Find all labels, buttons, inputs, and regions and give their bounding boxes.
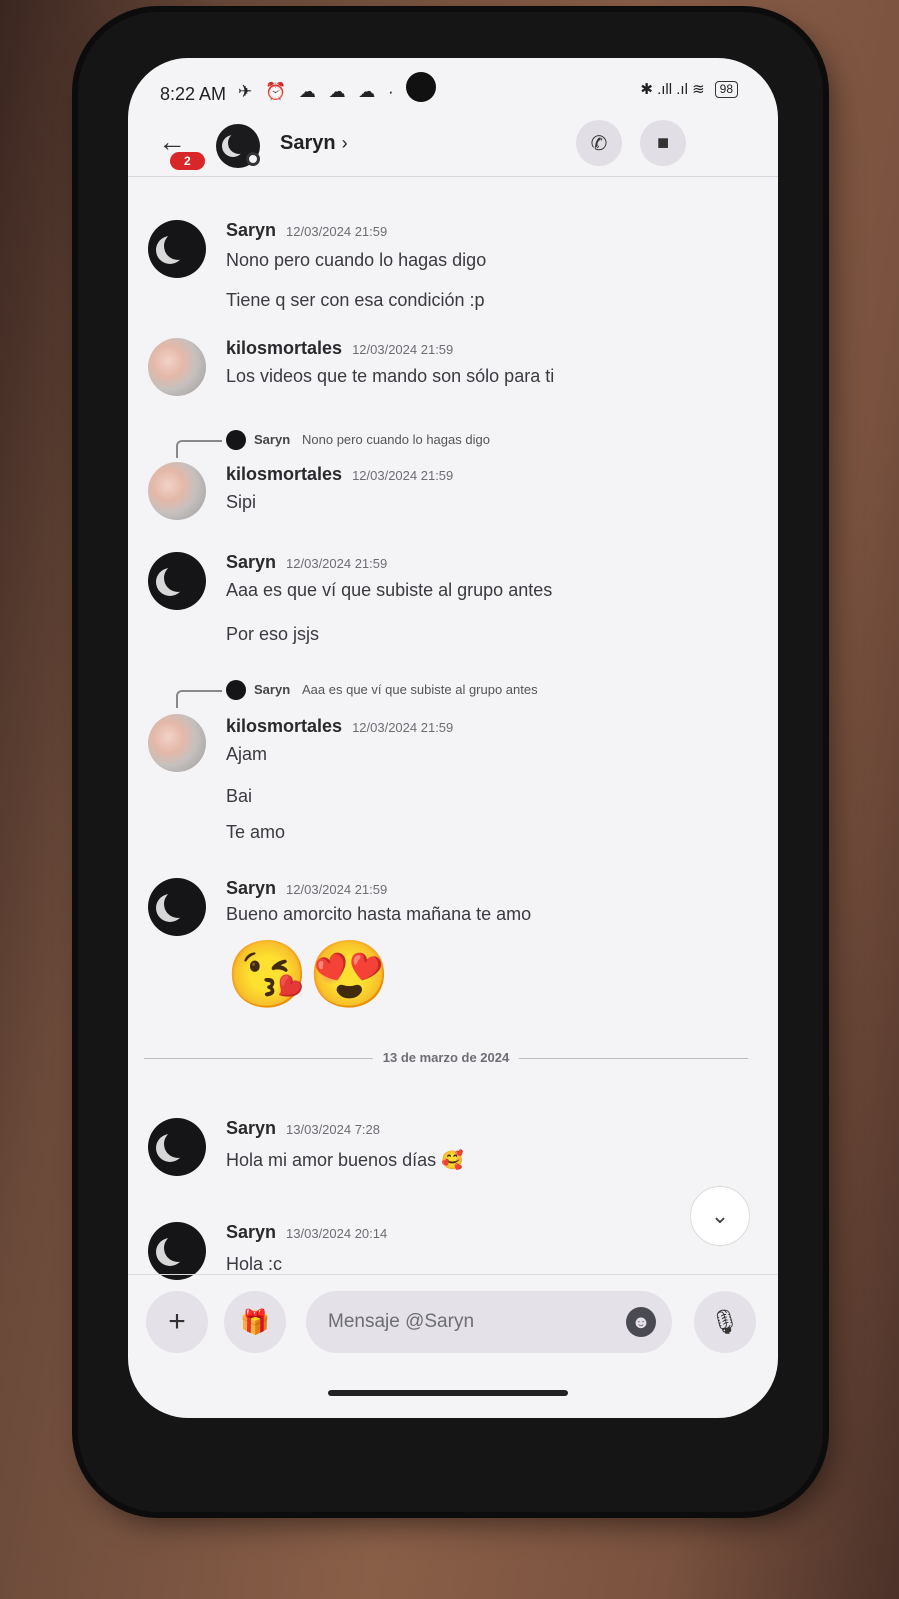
message-text[interactable]: Hola mi amor buenos días 🥰 xyxy=(226,1150,464,1171)
home-indicator[interactable] xyxy=(328,1390,568,1396)
author-name: Saryn xyxy=(226,1222,277,1242)
reply-line xyxy=(176,690,222,708)
author-name: Saryn xyxy=(226,220,277,240)
chevron-down-icon: ⌄ xyxy=(710,1203,730,1228)
message-text[interactable]: Los videos que te mando son sólo para ti xyxy=(226,366,554,387)
author-name: Saryn xyxy=(226,878,277,898)
contact-name: Saryn xyxy=(280,132,336,154)
signal-icon: ✱ .ıll .ıl ≋ xyxy=(640,81,705,98)
message-text[interactable]: Tiene q ser con esa condición :p xyxy=(226,290,485,311)
avatar xyxy=(226,680,246,700)
video-call-button[interactable]: ■ xyxy=(640,120,686,166)
status-time: 8:22 AM xyxy=(160,84,227,104)
emoji-icon[interactable]: ☻ xyxy=(626,1307,656,1337)
battery-icon: 98 xyxy=(714,80,738,98)
message-timestamp: 12/03/2024 21:59 xyxy=(286,224,388,239)
unread-badge: 2 xyxy=(170,152,205,170)
message-text[interactable]: Bueno amorcito hasta mañana te amo xyxy=(226,904,531,925)
message-placeholder: Mensaje @Saryn xyxy=(328,1311,475,1332)
plus-icon: + xyxy=(168,1305,186,1338)
avatar xyxy=(226,430,246,450)
reply-line xyxy=(176,440,222,458)
message-composer: + 🎁 Mensaje @Saryn ☻ 🎙 xyxy=(128,1274,778,1365)
chat-header: ← 2 Saryn › ✆ ■ xyxy=(128,120,778,177)
voice-message-button[interactable]: 🎙 xyxy=(694,1291,756,1353)
message-text[interactable]: Te amo xyxy=(226,822,285,843)
status-right: ✱ .ıll .ıl ≋ 98 xyxy=(640,80,738,98)
add-attachment-button[interactable]: + xyxy=(146,1291,208,1353)
message-text[interactable]: Sipi xyxy=(226,492,256,513)
message-author[interactable]: Saryn 13/03/2024 20:14 xyxy=(226,1222,387,1243)
message-input[interactable]: Mensaje @Saryn ☻ xyxy=(306,1291,672,1353)
author-name: Saryn xyxy=(226,552,277,572)
avatar[interactable] xyxy=(148,462,206,520)
author-name: kilosmortales xyxy=(226,338,343,358)
avatar[interactable] xyxy=(148,220,206,278)
moon-icon xyxy=(164,890,192,918)
reply-text: Nono pero cuando lo hagas digo xyxy=(302,432,490,447)
message-timestamp: 12/03/2024 21:59 xyxy=(286,556,388,571)
moon-icon xyxy=(164,232,192,260)
message-text[interactable]: Por eso jsjs xyxy=(226,624,319,645)
page-title[interactable]: Saryn › xyxy=(280,132,348,155)
reply-text: Aaa es que ví que subiste al grupo antes xyxy=(302,682,538,697)
message-timestamp: 12/03/2024 21:59 xyxy=(352,720,454,735)
microphone-icon: 🎙 xyxy=(709,1308,741,1336)
avatar[interactable] xyxy=(148,552,206,610)
message-author[interactable]: kilosmortales 12/03/2024 21:59 xyxy=(226,338,453,359)
avatar[interactable] xyxy=(148,1118,206,1176)
message-author[interactable]: Saryn 12/03/2024 21:59 xyxy=(226,220,387,241)
gift-button[interactable]: 🎁 xyxy=(224,1291,286,1353)
phone-icon: ✆ xyxy=(590,132,608,155)
message-timestamp: 12/03/2024 21:59 xyxy=(352,468,454,483)
message-text[interactable]: Nono pero cuando lo hagas digo xyxy=(226,250,486,271)
moon-icon xyxy=(164,1234,192,1262)
video-icon: ■ xyxy=(656,131,670,154)
notification-icons: ✈ ⏰ ☁ ☁ ☁ · xyxy=(238,82,398,101)
message-timestamp: 13/03/2024 7:28 xyxy=(286,1122,381,1137)
message-author[interactable]: Saryn 12/03/2024 21:59 xyxy=(226,552,387,573)
message-timestamp: 12/03/2024 21:59 xyxy=(352,342,454,357)
author-name: Saryn xyxy=(226,1118,277,1138)
avatar[interactable] xyxy=(148,1222,206,1280)
offline-status-icon xyxy=(246,152,260,166)
avatar[interactable] xyxy=(148,714,206,772)
message-author[interactable]: kilosmortales 12/03/2024 21:59 xyxy=(226,716,453,737)
gift-icon: 🎁 xyxy=(240,1308,270,1336)
message-text[interactable]: Bai xyxy=(226,786,252,807)
status-bar: 8:22 AM ✈ ⏰ ☁ ☁ ☁ · ✱ .ıll .ıl ≋ 98 xyxy=(128,58,778,120)
reply-author: Saryn xyxy=(254,432,291,447)
date-label: 13 de marzo de 2024 xyxy=(372,1050,520,1065)
message-author[interactable]: Saryn 13/03/2024 7:28 xyxy=(226,1118,380,1139)
camera-cutout xyxy=(406,72,436,102)
author-name: kilosmortales xyxy=(226,464,343,484)
moon-icon xyxy=(164,564,192,592)
message-text[interactable]: Ajam xyxy=(226,744,267,765)
emoji-message[interactable]: 😘😍 xyxy=(226,936,390,1012)
message-author[interactable]: kilosmortales 12/03/2024 21:59 xyxy=(226,464,453,485)
moon-icon xyxy=(164,1130,192,1158)
avatar[interactable] xyxy=(148,338,206,396)
message-text[interactable]: Hola :c xyxy=(226,1254,282,1275)
message-timestamp: 13/03/2024 20:14 xyxy=(286,1226,388,1241)
voice-call-button[interactable]: ✆ xyxy=(576,120,622,166)
message-text[interactable]: Aaa es que ví que subiste al grupo antes xyxy=(226,580,552,601)
moon-icon xyxy=(228,132,250,154)
message-timestamp: 12/03/2024 21:59 xyxy=(286,882,388,897)
scroll-down-button[interactable]: ⌄ xyxy=(690,1186,750,1246)
message-author[interactable]: Saryn 12/03/2024 21:59 xyxy=(226,878,387,899)
date-divider: 13 de marzo de 2024 xyxy=(144,1048,748,1068)
reply-author: Saryn xyxy=(254,682,291,697)
avatar[interactable] xyxy=(148,878,206,936)
app-screen: 8:22 AM ✈ ⏰ ☁ ☁ ☁ · ✱ .ıll .ıl ≋ 98 ← 2 … xyxy=(128,58,778,1418)
chevron-right-icon: › xyxy=(341,133,348,153)
author-name: kilosmortales xyxy=(226,716,343,736)
